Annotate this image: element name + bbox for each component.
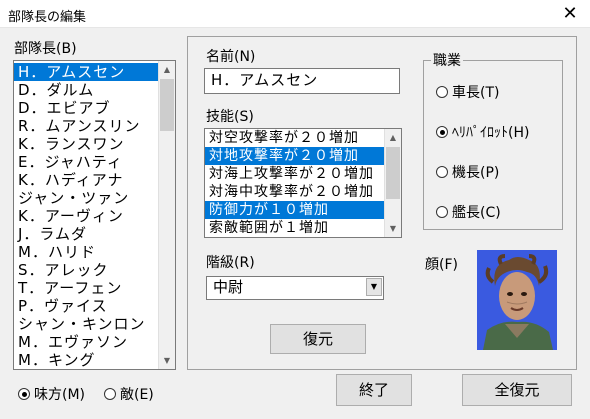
scroll-thumb[interactable]: [160, 79, 174, 131]
radio-circle-icon[interactable]: [436, 86, 448, 98]
list-item[interactable]: D．エビアブ: [14, 99, 159, 117]
radio-tank-commander[interactable]: 車長(T): [436, 82, 499, 102]
portrait-image: [477, 250, 557, 350]
radio-ship-captain[interactable]: 艦長(C): [436, 202, 501, 222]
face-label: 顔(F): [425, 257, 458, 273]
radio-ship-captain-label: 艦長(C): [452, 205, 501, 221]
list-item[interactable]: D．ダルム: [14, 81, 159, 99]
commander-list-scrollbar[interactable]: ▲ ▼: [158, 61, 175, 369]
list-item[interactable]: 索敵範囲が１増加: [205, 219, 385, 237]
skills-label: 技能(S): [206, 109, 254, 125]
list-item[interactable]: E．ジャハティ: [14, 153, 159, 171]
list-item[interactable]: H．アムスセン: [14, 63, 159, 81]
radio-circle-icon[interactable]: [18, 388, 30, 400]
radio-enemy-label: 敵(E): [120, 387, 154, 403]
list-item[interactable]: 防御力が１０増加: [205, 201, 385, 219]
radio-ally[interactable]: 味方(M): [18, 384, 85, 404]
radio-enemy[interactable]: 敵(E): [104, 384, 154, 404]
radio-tank-commander-label: 車長(T): [452, 85, 500, 101]
scroll-up-icon[interactable]: ▲: [159, 61, 175, 78]
commander-portrait[interactable]: [477, 250, 557, 350]
list-item[interactable]: K．ランスワン: [14, 135, 159, 153]
rank-value: 中尉: [213, 278, 244, 296]
radio-circle-icon[interactable]: [436, 126, 448, 138]
list-item[interactable]: K．ハディアナ: [14, 171, 159, 189]
list-item[interactable]: M．エヴァソン: [14, 333, 159, 351]
list-item[interactable]: P．ヴァイス: [14, 297, 159, 315]
radio-pilot[interactable]: 機長(P): [436, 162, 499, 182]
restore-all-button[interactable]: 全復元: [462, 374, 572, 406]
rank-select[interactable]: 中尉 ▼: [206, 276, 384, 300]
scroll-down-icon[interactable]: ▼: [159, 352, 175, 369]
radio-pilot-label: 機長(P): [452, 165, 500, 181]
list-item[interactable]: J．ラムダ: [14, 225, 159, 243]
name-label: 名前(N): [206, 49, 256, 65]
list-item[interactable]: M．ハリド: [14, 243, 159, 261]
title-bar: 部隊長の編集 ✕: [0, 0, 590, 28]
radio-heli-pilot[interactable]: ﾍﾘﾊﾟｲﾛｯﾄ(H): [436, 122, 529, 142]
scroll-down-icon[interactable]: ▼: [385, 220, 401, 237]
close-button[interactable]: ✕: [550, 0, 590, 28]
scroll-up-icon[interactable]: ▲: [385, 129, 401, 146]
list-item[interactable]: 対地攻撃率が２０増加: [205, 147, 385, 165]
radio-heli-pilot-label: ﾍﾘﾊﾟｲﾛｯﾄ(H): [452, 125, 530, 141]
rank-label: 階級(R): [206, 255, 255, 271]
list-item[interactable]: S．アレック: [14, 261, 159, 279]
restore-button[interactable]: 復元: [270, 324, 366, 354]
skills-list-scrollbar[interactable]: ▲ ▼: [384, 129, 401, 237]
radio-circle-icon[interactable]: [436, 166, 448, 178]
chevron-down-icon[interactable]: ▼: [366, 278, 382, 296]
radio-ally-label: 味方(M): [34, 387, 86, 403]
commander-list[interactable]: H．アムスセン D．ダルム D．エビアブ R．ムアンスリン K．ランスワン E．ジャハティ…: [13, 60, 176, 370]
list-item[interactable]: 対空攻撃率が２０増加: [205, 129, 385, 147]
list-item[interactable]: 対海上攻撃率が２０増加: [205, 165, 385, 183]
end-button[interactable]: 終了: [336, 374, 412, 406]
occupation-label: 職業: [431, 50, 463, 70]
list-item[interactable]: R．ムアンスリン: [14, 117, 159, 135]
list-item[interactable]: T．アーフェン: [14, 279, 159, 297]
list-item[interactable]: K．アーヴィン: [14, 207, 159, 225]
scroll-thumb[interactable]: [386, 147, 400, 199]
list-item[interactable]: 対海中攻撃率が２０増加: [205, 183, 385, 201]
commander-list-label: 部隊長(B): [14, 41, 77, 57]
skills-list[interactable]: 対空攻撃率が２０増加 対地攻撃率が２０増加 対海上攻撃率が２０増加 対海中攻撃率が２０…: [204, 128, 402, 238]
name-input[interactable]: H．アムスセン: [204, 68, 400, 94]
radio-circle-icon[interactable]: [104, 388, 116, 400]
window-title: 部隊長の編集: [8, 10, 87, 25]
radio-circle-icon[interactable]: [436, 206, 448, 218]
list-item[interactable]: ジャン・ツァン: [14, 189, 159, 207]
list-item[interactable]: M．キング: [14, 351, 159, 369]
list-item[interactable]: シャン・キンロン: [14, 315, 159, 333]
